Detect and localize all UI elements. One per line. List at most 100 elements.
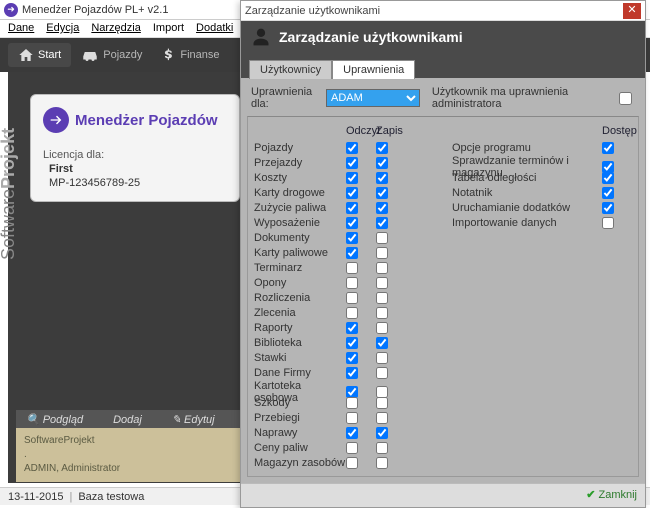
- perm-read-checkbox[interactable]: [346, 457, 358, 469]
- perm-name: Naprawy: [254, 427, 346, 439]
- license-label: Licencja dla:: [43, 149, 227, 161]
- perm-read-checkbox[interactable]: [346, 202, 358, 214]
- menu-narzedzia[interactable]: Narzędzia: [91, 22, 141, 35]
- perm-read-checkbox[interactable]: [346, 352, 358, 364]
- perm-name: Pojazdy: [254, 142, 346, 154]
- perm-write-checkbox[interactable]: [376, 202, 388, 214]
- perm-write-checkbox[interactable]: [376, 187, 388, 199]
- perm-write-checkbox[interactable]: [376, 352, 388, 364]
- perm-read-checkbox[interactable]: [346, 172, 358, 184]
- perm-read-checkbox[interactable]: [346, 262, 358, 274]
- welcome-title: Menedżer Pojazdów: [75, 112, 218, 129]
- dialog-header: Zarządzanie użytkownikami: [241, 21, 645, 53]
- perm-name: Tabela odległości: [452, 172, 602, 184]
- perm-read-checkbox[interactable]: [346, 292, 358, 304]
- perm-name: Zlecenia: [254, 307, 346, 319]
- menu-dodatki[interactable]: Dodatki: [196, 22, 233, 35]
- perm-row: Stawki: [254, 350, 432, 365]
- perm-write-checkbox[interactable]: [376, 217, 388, 229]
- perm-read-checkbox[interactable]: [346, 397, 358, 409]
- perm-read-checkbox[interactable]: [346, 187, 358, 199]
- perm-row: Raporty: [254, 320, 432, 335]
- perm-write-checkbox[interactable]: [376, 322, 388, 334]
- perm-write-checkbox[interactable]: [376, 337, 388, 349]
- perm-read-checkbox[interactable]: [346, 442, 358, 454]
- perm-write-checkbox[interactable]: [376, 367, 388, 379]
- toolbar-finanse[interactable]: Finanse: [152, 43, 229, 67]
- close-button[interactable]: ✔ Zamknij: [586, 488, 637, 501]
- perm-read-checkbox[interactable]: [346, 142, 358, 154]
- perm-row: Terminarz: [254, 260, 432, 275]
- perm-row: Koszty: [254, 170, 432, 185]
- perm-row: Opony: [254, 275, 432, 290]
- arrow-right-icon: [43, 107, 69, 133]
- perm-access-checkbox[interactable]: [602, 217, 614, 229]
- btn-edytuj[interactable]: ✎Edytuj: [172, 413, 215, 426]
- perm-write-checkbox[interactable]: [376, 277, 388, 289]
- home-icon: [18, 47, 34, 63]
- perm-column-right: Dostęp Opcje programuSprawdzanie terminó…: [452, 123, 632, 470]
- perm-write-checkbox[interactable]: [376, 292, 388, 304]
- perm-name: Koszty: [254, 172, 346, 184]
- perm-write-checkbox[interactable]: [376, 457, 388, 469]
- dialog-titlebar: Zarządzanie użytkownikami ✕: [241, 1, 645, 21]
- perm-read-checkbox[interactable]: [346, 232, 358, 244]
- perm-read-checkbox[interactable]: [346, 427, 358, 439]
- admin-checkbox-label: Użytkownik ma uprawnienia administratora: [432, 86, 613, 110]
- menu-edycja[interactable]: Edycja: [46, 22, 79, 35]
- user-select[interactable]: ADAM: [326, 89, 420, 107]
- perm-read-checkbox[interactable]: [346, 337, 358, 349]
- perm-name: Wyposażenie: [254, 217, 346, 229]
- toolbar-start[interactable]: Start: [8, 43, 71, 67]
- admin-checkbox[interactable]: [619, 92, 632, 105]
- perm-name: Terminarz: [254, 262, 346, 274]
- dialog-close-button[interactable]: ✕: [623, 3, 641, 19]
- perm-name: Rozliczenia: [254, 292, 346, 304]
- menu-import[interactable]: Import: [153, 22, 184, 35]
- perm-read-checkbox[interactable]: [346, 277, 358, 289]
- perm-row: Ceny paliw: [254, 440, 432, 455]
- perm-write-checkbox[interactable]: [376, 157, 388, 169]
- perm-access-checkbox[interactable]: [602, 172, 614, 184]
- license-key: MP-123456789-25: [49, 177, 227, 189]
- perm-name: Importowanie danych: [452, 217, 602, 229]
- tab-uprawnienia[interactable]: Uprawnienia: [332, 60, 415, 79]
- perm-write-checkbox[interactable]: [376, 427, 388, 439]
- perm-access-checkbox[interactable]: [602, 142, 614, 154]
- toolbar-pojazdy[interactable]: Pojazdy: [71, 44, 152, 66]
- perm-read-checkbox[interactable]: [346, 217, 358, 229]
- perm-write-checkbox[interactable]: [376, 262, 388, 274]
- perm-write-checkbox[interactable]: [376, 247, 388, 259]
- perm-write-checkbox[interactable]: [376, 142, 388, 154]
- menu-dane[interactable]: Dane: [8, 22, 34, 35]
- header-dostep: Dostęp: [602, 125, 632, 137]
- perm-read-checkbox[interactable]: [346, 157, 358, 169]
- perm-read-checkbox[interactable]: [346, 367, 358, 379]
- perm-name: Szkody: [254, 397, 346, 409]
- perm-row: Naprawy: [254, 425, 432, 440]
- dialog-title: Zarządzanie użytkownikami: [245, 5, 623, 17]
- perm-write-checkbox[interactable]: [376, 232, 388, 244]
- btn-podglad[interactable]: 🔍Podgląd: [26, 413, 83, 426]
- perm-name: Zużycie paliwa: [254, 202, 346, 214]
- perm-write-checkbox[interactable]: [376, 397, 388, 409]
- perm-read-checkbox[interactable]: [346, 307, 358, 319]
- tab-uzytkownicy[interactable]: Użytkownicy: [249, 60, 332, 79]
- btn-dodaj[interactable]: Dodaj: [113, 414, 142, 426]
- perm-for-label: Uprawnienia dla:: [251, 86, 322, 110]
- perm-write-checkbox[interactable]: [376, 412, 388, 424]
- perm-write-checkbox[interactable]: [376, 442, 388, 454]
- perm-name: Dane Firmy: [254, 367, 346, 379]
- perm-name: Karty paliwowe: [254, 247, 346, 259]
- perm-access-checkbox[interactable]: [602, 202, 614, 214]
- perm-write-checkbox[interactable]: [376, 172, 388, 184]
- perm-row: Przejazdy: [254, 155, 432, 170]
- perm-row: Sprawdzanie terminów i magazynu: [452, 155, 632, 170]
- perm-read-checkbox[interactable]: [346, 247, 358, 259]
- perm-read-checkbox[interactable]: [346, 322, 358, 334]
- perm-access-checkbox[interactable]: [602, 187, 614, 199]
- perm-write-checkbox[interactable]: [376, 307, 388, 319]
- perm-column-left: Odczyt Zapis PojazdyPrzejazdyKosztyKarty…: [254, 123, 432, 470]
- perm-read-checkbox[interactable]: [346, 412, 358, 424]
- dialog-tabs: Użytkownicy Uprawnienia: [241, 53, 645, 78]
